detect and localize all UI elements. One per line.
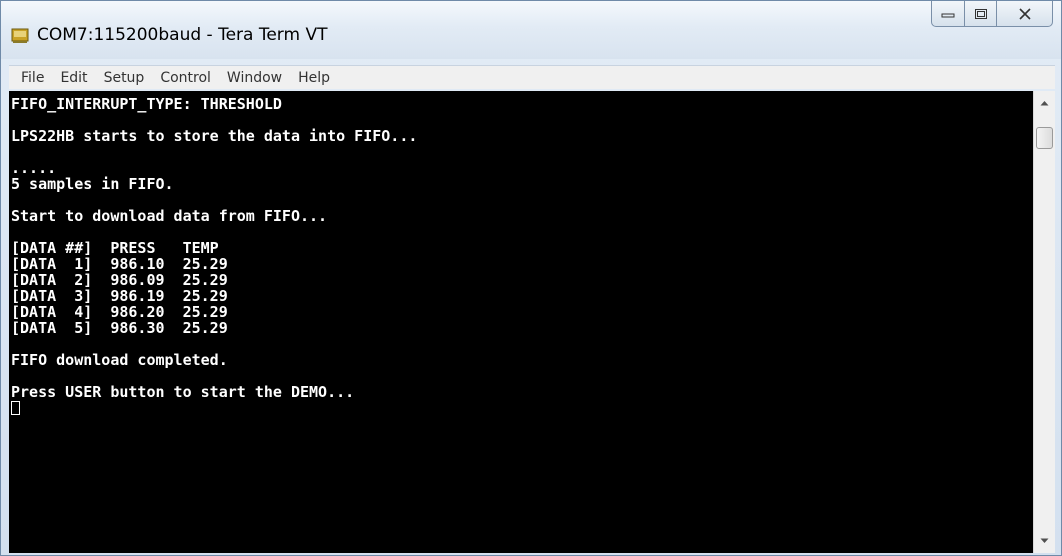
menu-edit[interactable]: Edit — [52, 70, 95, 86]
tera-term-window: COM7:115200baud - Tera Term VT File Edit… — [0, 0, 1062, 556]
close-icon — [1018, 7, 1031, 20]
minimize-icon — [941, 13, 955, 17]
menu-help[interactable]: Help — [290, 70, 338, 86]
vertical-scrollbar[interactable] — [1033, 91, 1055, 553]
menu-bar: File Edit Setup Control Window Help — [9, 65, 1055, 89]
maximize-button[interactable] — [965, 1, 997, 27]
terminal-line: ..... — [11, 159, 57, 177]
scroll-down-button[interactable] — [1034, 531, 1055, 551]
terminal-cursor-line — [11, 400, 417, 416]
scrollbar-thumb[interactable] — [1036, 127, 1053, 149]
window-controls — [931, 1, 1053, 27]
terminal-screen[interactable]: FIFO_INTERRUPT_TYPE: THRESHOLD LPS22HB s… — [9, 91, 1033, 553]
terminal-line: Start to download data from FIFO... — [11, 207, 328, 225]
close-button[interactable] — [997, 1, 1053, 27]
terminal-line: FIFO download completed. — [11, 351, 228, 369]
scroll-down-arrow-icon — [1040, 538, 1049, 543]
scroll-up-button[interactable] — [1034, 93, 1055, 113]
scroll-up-arrow-icon — [1040, 101, 1049, 106]
terminal-line: 5 samples in FIFO. — [11, 175, 174, 193]
terminal-cursor — [11, 401, 20, 415]
title-bar[interactable]: COM7:115200baud - Tera Term VT — [1, 1, 1061, 59]
tera-term-icon[interactable] — [11, 27, 29, 43]
menu-window[interactable]: Window — [219, 70, 290, 86]
terminal-line: Press USER button to start the DEMO... — [11, 383, 355, 401]
menu-file[interactable]: File — [13, 70, 52, 86]
terminal-line: [DATA 3] 986.19 25.29 — [11, 287, 228, 305]
terminal-line: LPS22HB starts to store the data into FI… — [11, 127, 418, 145]
terminal-line: [DATA ##] PRESS TEMP — [11, 239, 219, 257]
menu-control[interactable]: Control — [152, 70, 219, 86]
terminal-line: [DATA 1] 986.10 25.29 — [11, 255, 228, 273]
terminal-line: [DATA 2] 986.09 25.29 — [11, 271, 228, 289]
terminal-line: [DATA 5] 986.30 25.29 — [11, 319, 228, 337]
menu-setup[interactable]: Setup — [96, 70, 153, 86]
terminal-output: FIFO_INTERRUPT_TYPE: THRESHOLD LPS22HB s… — [11, 96, 417, 416]
terminal-line: [DATA 4] 986.20 25.29 — [11, 303, 228, 321]
window-title: COM7:115200baud - Tera Term VT — [37, 25, 328, 45]
minimize-button[interactable] — [931, 1, 965, 27]
maximize-icon — [974, 8, 987, 19]
terminal-line: FIFO_INTERRUPT_TYPE: THRESHOLD — [11, 95, 282, 113]
